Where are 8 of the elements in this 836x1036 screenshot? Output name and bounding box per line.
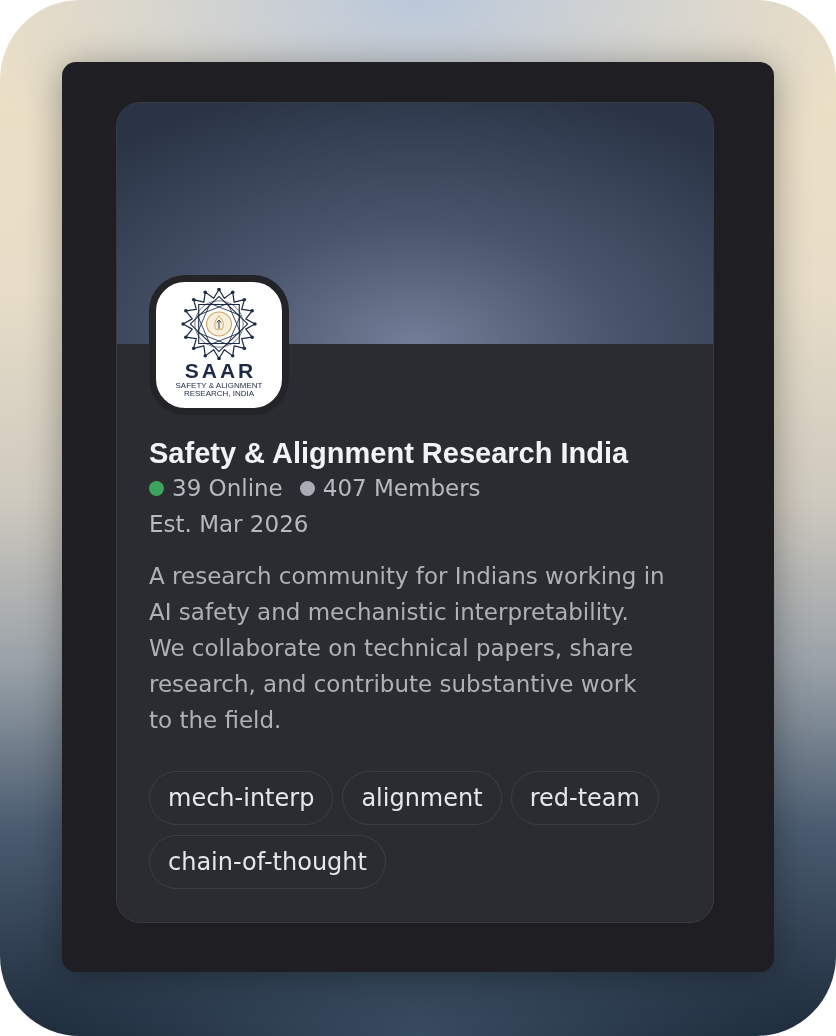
logo-wordmark: SAAR [184, 361, 257, 380]
mandala-icon [180, 288, 258, 360]
member-count: 407 Members [322, 474, 481, 503]
server-name: Safety & Alignment Research India [149, 436, 629, 470]
established-date: Est. Mar 2026 [149, 510, 309, 539]
logo-tagline: SAFETY & ALIGNMENT RESEARCH, INDIA [174, 382, 264, 398]
server-description: A research community for Indians working in AI safety and mechanistic interpretability. We collaborate on technical papers, share research, and contribute substantive work to the field. [149, 562, 666, 735]
member-count: 39 Online [172, 474, 283, 503]
